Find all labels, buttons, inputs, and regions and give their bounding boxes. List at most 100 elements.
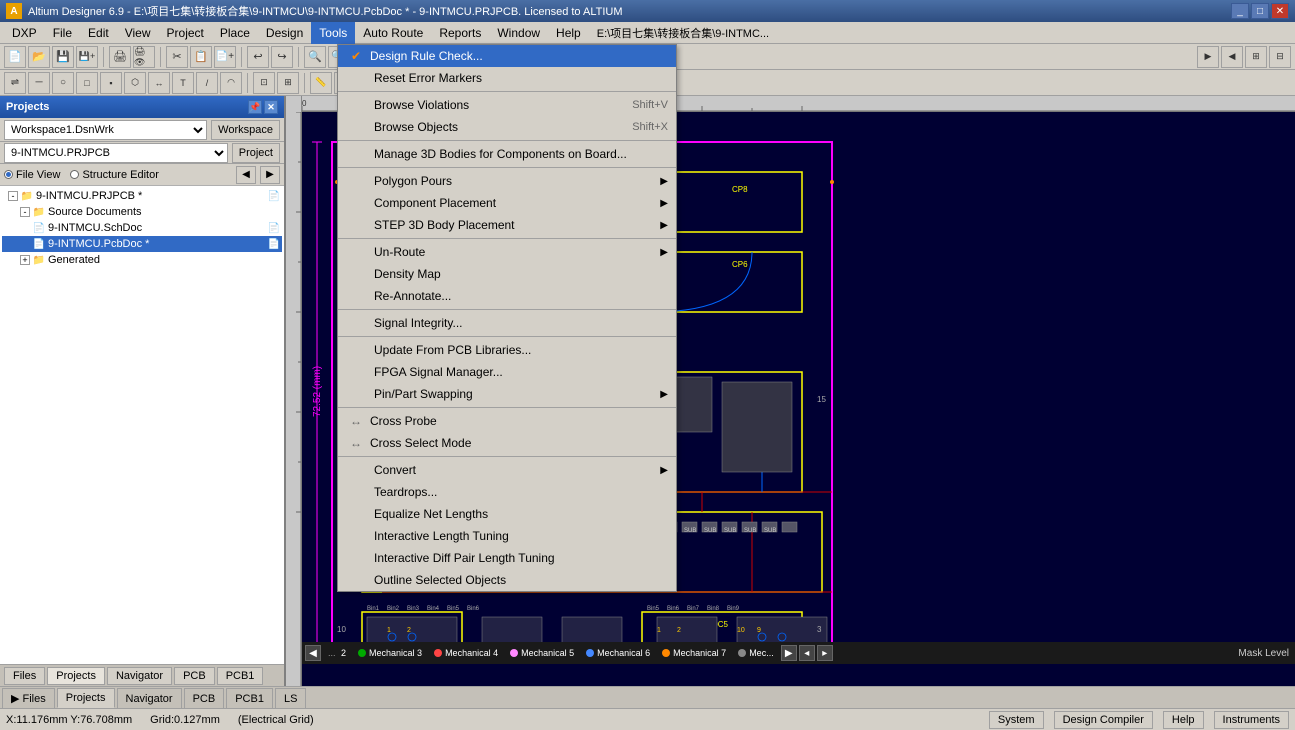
pad-btn[interactable]: □ (76, 72, 98, 94)
ptab-files[interactable]: Files (4, 667, 45, 685)
layer-mech2[interactable]: ... 2 (322, 644, 352, 662)
save-all-btn[interactable]: 💾+ (76, 46, 98, 68)
project-tree[interactable]: - 📁 9-INTMCU.PRJPCB * 📄 - 📁 Source Docum… (0, 186, 284, 664)
dd-teardrops[interactable]: Teardrops... (338, 481, 676, 503)
tree-item-source[interactable]: - 📁 Source Documents (2, 204, 282, 220)
text-btn[interactable]: T (172, 72, 194, 94)
print-btn[interactable]: 🖨 (109, 46, 131, 68)
btab-ls[interactable]: LS (275, 688, 306, 708)
project-combo[interactable]: 9-INTMCU.PRJPCB (4, 143, 228, 163)
save-btn[interactable]: 💾 (52, 46, 74, 68)
tree-item-project[interactable]: - 📁 9-INTMCU.PRJPCB * 📄 (2, 188, 282, 204)
menu-design[interactable]: Design (258, 22, 311, 44)
btab-navigator[interactable]: Navigator (117, 688, 182, 708)
dd-interactive-length[interactable]: Interactive Length Tuning (338, 525, 676, 547)
ptab-navigator[interactable]: Navigator (107, 667, 172, 685)
menu-filepath[interactable]: E:\项目七集\转接板合集\9-INTMC... (589, 22, 777, 44)
menu-autoroute[interactable]: Auto Route (355, 22, 431, 44)
layer-scroll2[interactable]: ▸ (817, 645, 833, 661)
status-help-btn[interactable]: Help (1163, 711, 1204, 729)
expand-project[interactable]: - (8, 191, 18, 201)
route-btn[interactable]: ⇌ (4, 72, 26, 94)
project-button[interactable]: Project (232, 143, 280, 163)
btab-pcb[interactable]: PCB (184, 688, 225, 708)
status-design-compiler-btn[interactable]: Design Compiler (1054, 711, 1153, 729)
open-btn[interactable]: 📂 (28, 46, 50, 68)
menu-file[interactable]: File (45, 22, 80, 44)
dd-manage-3d[interactable]: Manage 3D Bodies for Components on Board… (338, 143, 676, 165)
cut-btn[interactable]: ✂ (166, 46, 188, 68)
dd-reannotate[interactable]: Re-Annotate... (338, 285, 676, 307)
ptab-pcb1[interactable]: PCB1 (217, 667, 264, 685)
layer-mech-more[interactable]: Mec... (732, 644, 780, 662)
layer-prev[interactable]: ◀ (305, 645, 321, 661)
poly-btn[interactable]: ⬡ (124, 72, 146, 94)
layer-mech5[interactable]: Mechanical 5 (504, 644, 580, 662)
line-btn[interactable]: / (196, 72, 218, 94)
layer-mech3[interactable]: Mechanical 3 (352, 644, 428, 662)
workspace-button[interactable]: Workspace (211, 120, 280, 140)
dim-btn[interactable]: ↔ (148, 72, 170, 94)
menu-view[interactable]: View (117, 22, 159, 44)
layer-mech6[interactable]: Mechanical 6 (580, 644, 656, 662)
tb-right-2[interactable]: ◀ (1221, 46, 1243, 68)
tb-right-3[interactable]: ⊞ (1245, 46, 1267, 68)
dd-browse-objects[interactable]: Browse Objects Shift+X (338, 116, 676, 138)
menu-tools[interactable]: Tools (311, 22, 355, 44)
measure-btn[interactable]: 📏 (310, 72, 332, 94)
layer-next[interactable]: ▶ (781, 645, 797, 661)
dd-equalize-nets[interactable]: Equalize Net Lengths (338, 503, 676, 525)
btab-files[interactable]: ▶ Files (2, 688, 55, 708)
ptab-pcb[interactable]: PCB (174, 667, 215, 685)
deselect-btn[interactable]: ⊞ (277, 72, 299, 94)
workspace-combo[interactable]: Workspace1.DsnWrk (4, 120, 207, 140)
arc-btn[interactable]: ◠ (220, 72, 242, 94)
dd-pin-swap[interactable]: Pin/Part Swapping ▶ (338, 383, 676, 405)
dd-signal-integrity[interactable]: Signal Integrity... (338, 312, 676, 334)
new-btn[interactable]: 📄 (4, 46, 26, 68)
print-preview-btn[interactable]: 🖨👁 (133, 46, 155, 68)
menu-window[interactable]: Window (489, 22, 548, 44)
dd-cross-probe[interactable]: ↔ Cross Probe (338, 410, 676, 432)
zoom-in-btn[interactable]: 🔍 (304, 46, 326, 68)
fill-btn[interactable]: ▪ (100, 72, 122, 94)
tb-right-1[interactable]: ▶ (1197, 46, 1219, 68)
layer-mech4[interactable]: Mechanical 4 (428, 644, 504, 662)
redo-btn[interactable]: ↪ (271, 46, 293, 68)
menu-reports[interactable]: Reports (431, 22, 489, 44)
menu-place[interactable]: Place (212, 22, 258, 44)
dd-cross-select[interactable]: ↔ Cross Select Mode (338, 432, 676, 454)
dd-interactive-diff-pair[interactable]: Interactive Diff Pair Length Tuning (338, 547, 676, 569)
file-view-radio[interactable]: File View (4, 169, 60, 181)
menu-help[interactable]: Help (548, 22, 589, 44)
minimize-button[interactable]: _ (1231, 3, 1249, 19)
dd-polygon-pours[interactable]: Polygon Pours ▶ (338, 170, 676, 192)
dd-design-rule-check[interactable]: ✔ Design Rule Check... (338, 45, 676, 67)
structure-editor-radio[interactable]: Structure Editor (70, 169, 158, 181)
paste-btn[interactable]: 📄+ (214, 46, 236, 68)
select-btn[interactable]: ⊡ (253, 72, 275, 94)
ptab-projects[interactable]: Projects (47, 667, 105, 685)
tb-right-4[interactable]: ⊟ (1269, 46, 1291, 68)
view-nav-prev[interactable]: ◀ (236, 166, 256, 184)
status-instruments-btn[interactable]: Instruments (1214, 711, 1289, 729)
btab-projects[interactable]: Projects (57, 688, 115, 708)
dd-unroute[interactable]: Un-Route ▶ (338, 241, 676, 263)
btab-pcb1[interactable]: PCB1 (226, 688, 273, 708)
panel-pin[interactable]: 📌 (248, 100, 262, 114)
tree-item-sch[interactable]: 📄 9-INTMCU.SchDoc 📄 (2, 220, 282, 236)
dd-update-pcb-libs[interactable]: Update From PCB Libraries... (338, 339, 676, 361)
via-btn[interactable]: ○ (52, 72, 74, 94)
dd-component-placement[interactable]: Component Placement ▶ (338, 192, 676, 214)
dd-fpga-signal[interactable]: FPGA Signal Manager... (338, 361, 676, 383)
dd-step-3d[interactable]: STEP 3D Body Placement ▶ (338, 214, 676, 236)
copy-btn[interactable]: 📋 (190, 46, 212, 68)
maximize-button[interactable]: □ (1251, 3, 1269, 19)
menu-project[interactable]: Project (159, 22, 212, 44)
panel-close[interactable]: ✕ (264, 100, 278, 114)
status-system-btn[interactable]: System (989, 711, 1044, 729)
tree-item-generated[interactable]: + 📁 Generated (2, 252, 282, 268)
dd-convert[interactable]: Convert ▶ (338, 459, 676, 481)
menu-dxp[interactable]: DXP (4, 22, 45, 44)
menu-edit[interactable]: Edit (80, 22, 117, 44)
